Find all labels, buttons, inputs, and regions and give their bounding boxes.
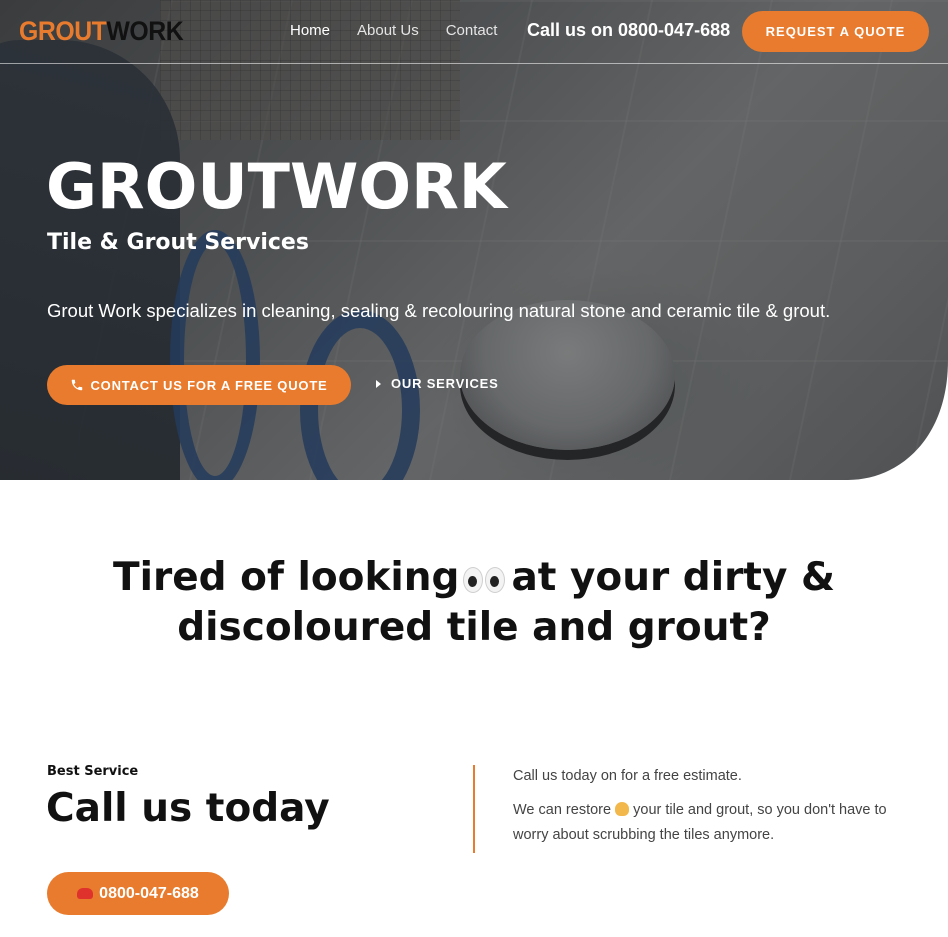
phone-icon (72, 379, 83, 391)
eyes-emoji-icon (463, 565, 507, 595)
cta-paragraph-2: We can restore your tile and grout, so y… (513, 798, 893, 848)
logo-part-grout: GROUT (19, 16, 107, 46)
our-services-label: OUR SERVICES (391, 376, 499, 391)
call-phone-label: 0800-047-688 (99, 884, 199, 902)
nav-contact[interactable]: Contact (446, 22, 498, 39)
cta-paragraph-2-start: We can restore (513, 802, 612, 818)
divider-line (473, 765, 475, 853)
site-logo[interactable]: GROUTWORK (19, 16, 184, 46)
main-nav: Home About Us Contact (290, 22, 524, 39)
tagline-line-1-end: at your dirty & (511, 555, 835, 600)
telephone-icon (77, 888, 94, 899)
tagline-line-1-start: Tired of looking (113, 555, 460, 600)
eyebrow-best-service: Best Service (47, 764, 139, 779)
nav-about-us[interactable]: About Us (357, 22, 419, 39)
contact-free-quote-button[interactable]: CONTACT US FOR A FREE QUOTE (47, 365, 351, 405)
site-header: GROUTWORK Home About Us Contact Call us … (0, 0, 948, 64)
tagline-line-2: discoloured tile and grout? (177, 605, 771, 650)
ok-hand-icon (615, 802, 630, 816)
caret-right-icon (376, 379, 381, 388)
tagline-line-1: Tired of looking at your dirty & (0, 553, 948, 603)
request-quote-button[interactable]: REQUEST A QUOTE (742, 11, 929, 52)
contact-free-quote-label: CONTACT US FOR A FREE QUOTE (90, 377, 328, 393)
call-phone-button[interactable]: 0800-047-688 (47, 872, 229, 915)
tagline-heading: Tired of looking at your dirty & discolou… (0, 553, 948, 653)
our-services-link[interactable]: OUR SERVICES (376, 376, 499, 391)
call-us-title: Call us today (46, 786, 330, 831)
cta-paragraph-1: Call us today on for a free estimate. (513, 768, 742, 784)
hero-subtitle: Tile & Grout Services (47, 230, 309, 255)
header-phone-number[interactable]: Call us on 0800-047-688 (527, 20, 730, 41)
hero-section: GROUTWORK Tile & Grout Services Grout Wo… (0, 0, 948, 480)
hero-description: Grout Work specializes in cleaning, seal… (47, 300, 831, 321)
hero-title: GROUTWORK (46, 150, 507, 223)
nav-home[interactable]: Home (290, 22, 330, 39)
logo-part-work: WORK (106, 16, 184, 46)
